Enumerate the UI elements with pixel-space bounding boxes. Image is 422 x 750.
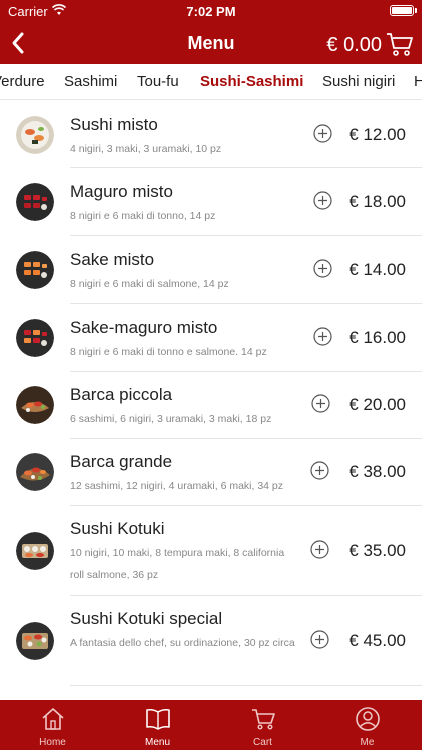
dish-thumbnail xyxy=(16,453,54,491)
home-icon xyxy=(42,708,64,730)
clock: 7:02 PM xyxy=(186,4,236,19)
profile-icon xyxy=(356,707,380,731)
dish-price: € 18.00 xyxy=(349,192,406,211)
dish-description: 6 sashimi, 6 nigiri, 3 uramaki, 3 maki, … xyxy=(70,413,272,425)
list-item[interactable]: Barca grande 12 sashimi, 12 nigiri, 4 ur… xyxy=(0,439,422,506)
dish-price: € 12.00 xyxy=(349,125,406,144)
add-circle-icon[interactable] xyxy=(313,327,332,346)
dish-price: € 38.00 xyxy=(349,462,406,481)
row-divider xyxy=(70,685,422,686)
dish-name: Sushi misto xyxy=(70,115,158,134)
dish-thumbnail xyxy=(16,622,54,660)
tab-menu-label: Menu xyxy=(144,737,170,748)
dish-price: € 35.00 xyxy=(349,541,406,560)
list-item[interactable]: Sushi misto 4 nigiri, 3 maki, 3 uramaki,… xyxy=(0,100,422,168)
bottom-tab-bar: Home Menu Cart Me xyxy=(0,700,422,750)
dish-thumbnail xyxy=(16,116,54,154)
list-item[interactable]: Sake misto 8 nigiri e 6 maki di salmone,… xyxy=(0,236,422,304)
dish-name: Maguro misto xyxy=(70,182,173,201)
add-circle-icon[interactable] xyxy=(313,259,332,278)
menu-book-icon xyxy=(146,708,170,730)
tab-verdure[interactable]: Verdure xyxy=(0,73,45,90)
list-item[interactable]: Sushi Kotuki special A fantasia dello ch… xyxy=(0,596,422,686)
add-circle-icon[interactable] xyxy=(310,540,329,559)
dish-thumbnail xyxy=(16,319,54,357)
category-tabs: Verdure Sashimi Tou-fu Sushi-Sashimi Sus… xyxy=(0,64,422,100)
battery-icon xyxy=(390,5,414,16)
tab-sashimi[interactable]: Sashimi xyxy=(64,73,117,90)
dish-name: Sushi Kotuki xyxy=(70,519,165,538)
list-item[interactable]: Barca piccola 6 sashimi, 6 nigiri, 3 ura… xyxy=(0,372,422,439)
dish-description: 8 nigiri e 6 maki di salmone, 14 pz xyxy=(70,278,229,290)
dish-name: Sake misto xyxy=(70,250,155,269)
dish-price: € 20.00 xyxy=(349,395,406,414)
status-bar: Carrier 7:02 PM xyxy=(0,0,422,22)
add-circle-icon[interactable] xyxy=(310,630,329,649)
cart-icon xyxy=(252,709,275,730)
add-circle-icon[interactable] xyxy=(313,124,332,143)
dish-description: 8 nigiri e 6 maki di tonno, 14 pz xyxy=(70,210,216,222)
dish-price: € 14.00 xyxy=(349,260,406,279)
tab-tou-fu[interactable]: Tou-fu xyxy=(137,73,179,90)
dish-price: € 16.00 xyxy=(349,328,406,347)
dish-description: 10 nigiri, 10 maki, 8 tempura maki, 8 ca… xyxy=(70,547,285,581)
tab-home[interactable]: Home xyxy=(0,700,105,750)
dish-thumbnail xyxy=(16,251,54,289)
dish-name: Sake-maguro misto xyxy=(70,318,218,337)
dish-name: Barca piccola xyxy=(70,385,173,404)
tab-cart-label: Cart xyxy=(253,737,272,748)
list-item[interactable]: Sake-maguro misto 8 nigiri e 6 maki di t… xyxy=(0,304,422,372)
dish-name: Barca grande xyxy=(70,452,173,471)
dish-description: 8 nigiri e 6 maki di tonno e salmone. 14… xyxy=(70,346,267,358)
tab-home-label: Home xyxy=(39,737,66,748)
add-circle-icon[interactable] xyxy=(313,191,332,210)
tab-menu[interactable]: Menu xyxy=(105,700,210,750)
dish-thumbnail xyxy=(16,532,54,570)
nav-bar: Menu € 0.00 xyxy=(0,22,422,64)
tab-me[interactable]: Me xyxy=(315,700,420,750)
battery-cap xyxy=(415,8,417,13)
dish-description: 12 sashimi, 12 nigiri, 4 uramaki, 6 maki… xyxy=(70,480,284,492)
dish-description: A fantasia dello chef, su ordinazione, 3… xyxy=(70,637,295,649)
add-circle-icon[interactable] xyxy=(310,461,329,480)
cart-icon[interactable] xyxy=(386,31,414,57)
dish-description: 4 nigiri, 3 maki, 3 uramaki, 10 pz xyxy=(70,143,222,155)
add-circle-icon[interactable] xyxy=(311,394,330,413)
list-item[interactable]: Maguro misto 8 nigiri e 6 maki di tonno,… xyxy=(0,168,422,236)
tab-cart[interactable]: Cart xyxy=(210,700,315,750)
dish-name: Sushi Kotuki special xyxy=(70,609,223,628)
tab-more[interactable]: H xyxy=(414,73,422,90)
tab-sushi-sashimi[interactable]: Sushi-Sashimi xyxy=(200,73,303,90)
list-item[interactable]: Sushi Kotuki 10 nigiri, 10 maki, 8 tempu… xyxy=(0,506,422,596)
tab-me-label: Me xyxy=(360,737,375,748)
dish-thumbnail xyxy=(16,386,54,424)
cart-total[interactable]: € 0.00 xyxy=(326,34,382,57)
dish-price: € 45.00 xyxy=(349,631,406,650)
dish-thumbnail xyxy=(16,183,54,221)
tab-sushi-nigiri[interactable]: Sushi nigiri xyxy=(322,73,395,90)
